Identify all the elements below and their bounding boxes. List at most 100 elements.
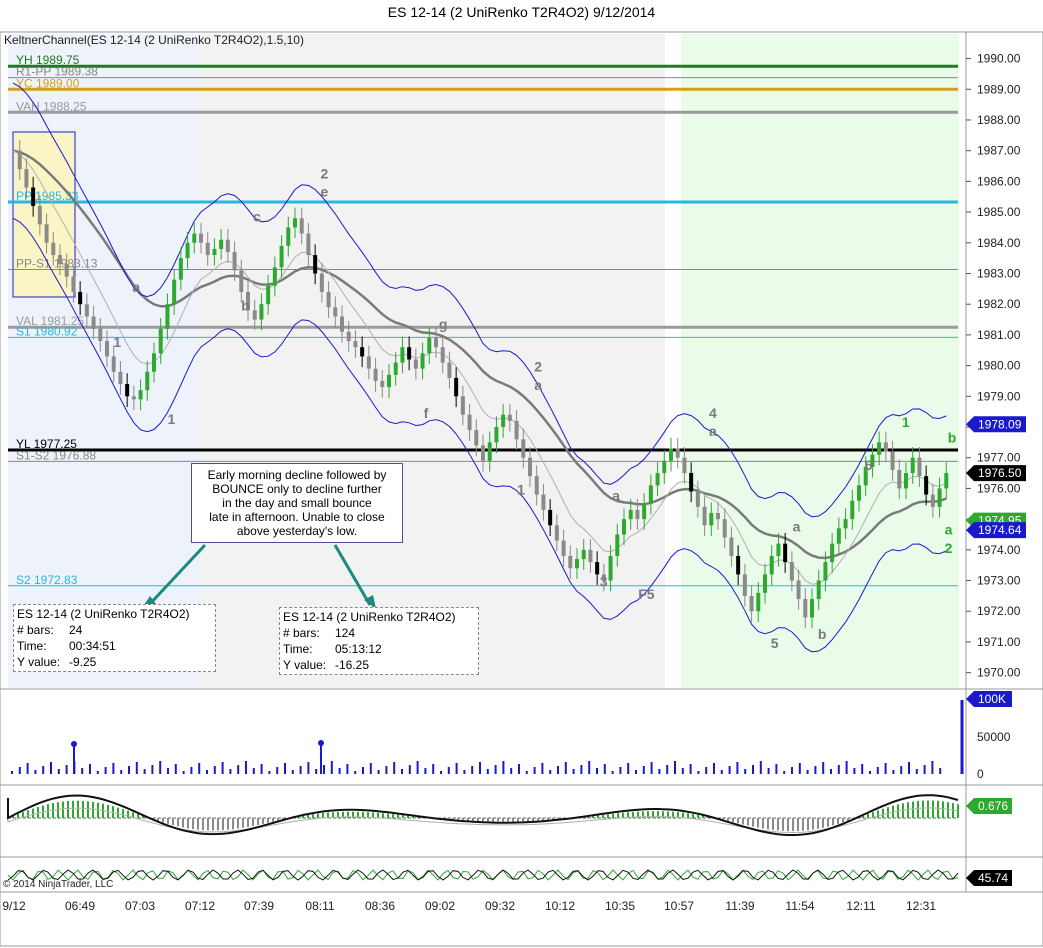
renko-bar xyxy=(131,396,136,400)
time-value: 05:13:12 xyxy=(335,642,382,656)
renko-bar xyxy=(648,485,653,504)
renko-bar xyxy=(608,555,613,581)
renko-bar xyxy=(353,341,358,348)
level-label: S1-S2 1976.88 xyxy=(16,448,96,462)
y-tick-label: 1980.00 xyxy=(977,359,1021,373)
renko-bar xyxy=(628,509,633,520)
renko-bar xyxy=(937,488,942,507)
renko-bar xyxy=(306,233,311,256)
renko-bar xyxy=(259,304,264,320)
renko-bar xyxy=(534,476,539,495)
renko-bar xyxy=(481,445,485,461)
x-tick-label: 12:31 xyxy=(906,899,936,913)
renko-bar xyxy=(366,356,371,369)
y-tick-label: 1979.00 xyxy=(977,389,1021,403)
y-tick-label: 1990.00 xyxy=(977,52,1021,66)
renko-bar xyxy=(494,427,499,443)
macd-panel: 0.676 xyxy=(7,794,1012,836)
x-tick-label: 12:11 xyxy=(846,899,875,913)
renko-bar xyxy=(763,574,767,593)
renko-bar xyxy=(541,494,546,510)
renko-bar xyxy=(568,555,573,569)
renko-bar xyxy=(71,276,76,292)
renko-bar xyxy=(669,448,673,461)
renko-bar xyxy=(387,374,391,388)
renko-bar xyxy=(51,242,56,256)
x-tick-label: 07:03 xyxy=(125,899,155,913)
renko-bar xyxy=(125,384,130,397)
renko-bar xyxy=(239,270,244,292)
renko-bar xyxy=(105,341,109,357)
renko-bar xyxy=(225,239,230,252)
wave-label: 2 xyxy=(320,165,328,181)
wave-label: 2 xyxy=(534,359,542,375)
session-shading xyxy=(8,34,959,688)
renko-bar xyxy=(554,525,559,541)
renko-bar xyxy=(434,337,438,348)
bars-value: 124 xyxy=(335,626,356,640)
renko-bar xyxy=(37,205,42,225)
renko-bar xyxy=(420,353,425,369)
renko-bar xyxy=(91,316,96,329)
renko-bar xyxy=(185,242,190,259)
wave-label: 3 xyxy=(600,574,608,590)
renko-bar xyxy=(78,291,83,305)
x-tick-label: 10:35 xyxy=(605,899,635,913)
y-tick-label: 1989.00 xyxy=(977,82,1021,96)
y-tick-label: 1982.00 xyxy=(977,297,1021,311)
renko-bar xyxy=(622,519,626,535)
renko-bar xyxy=(44,224,49,243)
x-tick-label: 10:12 xyxy=(545,899,575,913)
time-value: 00:34:51 xyxy=(69,639,116,653)
x-tick-label: 07:39 xyxy=(244,899,274,913)
y-tick-label: 1970.00 xyxy=(977,666,1021,680)
wave-label: c xyxy=(253,208,261,224)
renko-bar xyxy=(17,150,22,170)
renko-bar xyxy=(138,390,143,400)
note-line: BOUNCE only to decline further xyxy=(212,482,382,496)
note-line: late in afternoon. Unable to close xyxy=(209,510,385,524)
measure-box-1: ES 12-14 (2 UniRenko T2R4O2) # bars: 24 T… xyxy=(13,604,216,672)
renko-bar xyxy=(252,310,257,320)
renko-bar xyxy=(575,559,579,569)
y-tick-label: 1987.00 xyxy=(977,144,1021,158)
chart-title: ES 12-14 (2 UniRenko T2R4O2) 9/12/2014 xyxy=(387,4,656,20)
indicator-label: KeltnerChannel(ES 12-14 (2 UniRenko T2R4… xyxy=(4,33,304,47)
price-badge-label: 1976.50 xyxy=(978,466,1022,480)
wave-label: g xyxy=(439,316,448,332)
wave-label: b xyxy=(948,429,957,445)
y-tick-label: 1976.00 xyxy=(977,481,1021,495)
renko-bar xyxy=(98,328,103,342)
renko-bar xyxy=(843,519,848,529)
renko-bar xyxy=(232,252,237,271)
wave-label: a xyxy=(709,423,717,439)
note-line: above yesterday's low. xyxy=(236,524,358,538)
y-value: -9.25 xyxy=(69,655,97,669)
renko-bar xyxy=(521,439,526,458)
renko-bar xyxy=(340,316,344,332)
renko-bar xyxy=(635,509,640,520)
renko-bar xyxy=(192,233,197,243)
renko-bar xyxy=(716,512,720,520)
x-tick-label: 06:49 xyxy=(65,899,95,913)
y-tick-label: 1972.00 xyxy=(977,604,1021,618)
note-line: in the day and small bounce xyxy=(222,496,372,510)
y-value: -16.25 xyxy=(335,658,370,672)
renko-bar xyxy=(742,574,747,596)
renko-bar xyxy=(930,494,935,507)
level-label: VAH 1988.25 xyxy=(16,99,87,113)
renko-bar xyxy=(467,414,472,431)
x-tick-label: 11:54 xyxy=(785,899,814,913)
renko-bar xyxy=(823,562,828,581)
y-tick-label: 1971.00 xyxy=(977,635,1021,649)
renko-bar xyxy=(319,273,324,292)
renko-bar xyxy=(528,457,532,477)
wave-label: 1 xyxy=(168,411,176,427)
renko-bar xyxy=(152,353,156,372)
wave-label: 4 xyxy=(709,405,717,421)
y-label: Y value: xyxy=(283,658,327,672)
wave-label: e xyxy=(320,184,328,200)
wave-label: 6 xyxy=(865,457,873,473)
y-tick-label: 1983.00 xyxy=(977,266,1021,280)
renko-bar xyxy=(158,328,163,354)
